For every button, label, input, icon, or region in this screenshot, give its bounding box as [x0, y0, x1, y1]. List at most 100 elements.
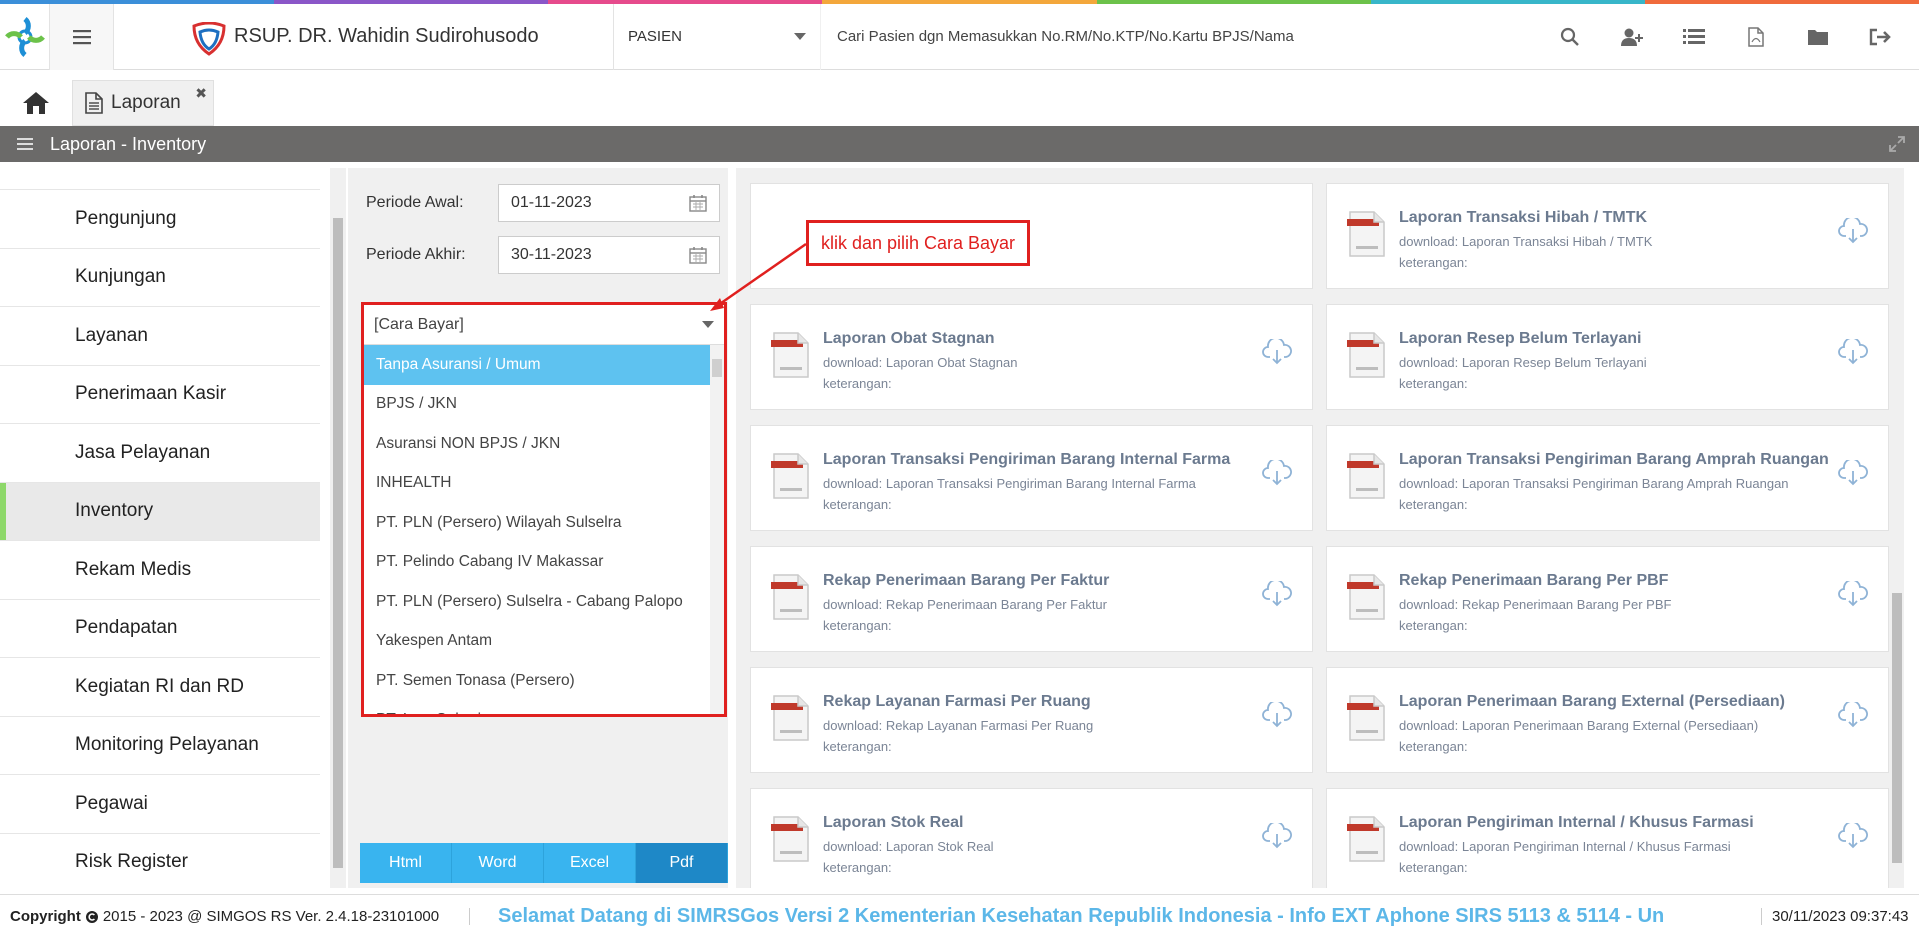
panel-menu-button[interactable]: [0, 137, 50, 151]
periode-akhir-field[interactable]: 30-11-2023: [498, 236, 720, 274]
hospital-logo-icon: [192, 21, 226, 56]
chevron-down-icon: [702, 321, 714, 328]
report-card[interactable]: Rekap Penerimaan Barang Per Faktur downlo…: [750, 546, 1313, 652]
cara-bayar-option[interactable]: Tanpa Asuransi / Umum: [364, 345, 710, 385]
report-title[interactable]: Laporan Transaksi Pengiriman Barang Inte…: [823, 451, 1230, 469]
report-card[interactable]: Laporan Transaksi Hibah / TMTK download: …: [1326, 183, 1889, 289]
sidebar-item-layanan[interactable]: Layanan: [0, 306, 320, 365]
home-icon: [23, 92, 49, 114]
sidebar-item-pendapatan[interactable]: Pendapatan: [0, 598, 320, 658]
sidebar-item-pegawai[interactable]: Pegawai: [0, 774, 320, 833]
chevron-down-icon: [794, 33, 806, 40]
cara-bayar-option[interactable]: PT. Semen Tonasa (Persero): [364, 661, 710, 701]
download-button[interactable]: [1262, 579, 1292, 612]
cara-bayar-option[interactable]: PT. Pelindo Cabang IV Makassar: [364, 543, 710, 583]
sidebar-item-rekam-medis[interactable]: Rekam Medis: [0, 540, 320, 599]
expand-button[interactable]: [1889, 136, 1905, 157]
report-title[interactable]: Laporan Penerimaan Barang External (Pers…: [1399, 693, 1785, 711]
sidebar-item-monitoring-pelayanan[interactable]: Monitoring Pelayanan: [0, 715, 320, 775]
report-file-icon: [771, 695, 809, 741]
report-title[interactable]: Laporan Pengiriman Internal / Khusus Far…: [1399, 814, 1754, 832]
home-button[interactable]: [0, 80, 72, 126]
report-card[interactable]: Laporan Transaksi Pengiriman Barang Ampr…: [1326, 425, 1889, 531]
calendar-icon[interactable]: [689, 194, 707, 212]
patient-search-input[interactable]: Cari Pasien dgn Memasukkan No.RM/No.KTP/…: [821, 4, 1539, 70]
report-card[interactable]: Laporan Obat Stagnan download: Laporan Ob…: [750, 304, 1313, 410]
export-excel-button[interactable]: Excel: [544, 843, 636, 883]
report-keterangan: keterangan:: [1399, 860, 1468, 875]
options-scrollbar[interactable]: [710, 345, 724, 714]
search-button[interactable]: [1539, 4, 1601, 70]
filter-scrollbar[interactable]: [330, 168, 346, 888]
simgos-logo[interactable]: [0, 3, 50, 70]
panel-title: Laporan - Inventory: [50, 133, 207, 154]
report-keterangan: keterangan:: [823, 618, 892, 633]
report-list-scrollbar[interactable]: [1890, 168, 1904, 888]
list-button[interactable]: [1663, 4, 1725, 70]
download-button[interactable]: [1262, 337, 1292, 370]
cara-bayar-option[interactable]: PT. PLN (Persero) Sulselra - Cabang Palo…: [364, 582, 710, 622]
report-card[interactable]: Laporan Transaksi Pengiriman Barang Inte…: [750, 425, 1313, 531]
periode-awal-field[interactable]: 01-11-2023: [498, 184, 720, 222]
report-title[interactable]: Rekap Penerimaan Barang Per PBF: [1399, 572, 1668, 590]
download-button[interactable]: [1838, 579, 1868, 612]
report-title[interactable]: Rekap Layanan Farmasi Per Ruang: [823, 693, 1091, 711]
download-button[interactable]: [1838, 821, 1868, 854]
report-title[interactable]: Laporan Obat Stagnan: [823, 330, 995, 348]
sidebar-item-label: Penerimaan Kasir: [75, 383, 227, 405]
report-title[interactable]: Laporan Stok Real: [823, 814, 963, 832]
patient-type-select[interactable]: PASIEN: [614, 3, 821, 70]
sidebar-item-inventory[interactable]: Inventory: [0, 481, 320, 540]
sidebar-item-risk-register[interactable]: Risk Register: [0, 832, 320, 889]
sidebar-item-label: Pengunjung: [75, 207, 177, 229]
close-icon[interactable]: ✖: [195, 85, 207, 102]
report-title[interactable]: Laporan Transaksi Pengiriman Barang Ampr…: [1399, 451, 1829, 469]
download-button[interactable]: [1262, 458, 1292, 491]
report-card[interactable]: Rekap Penerimaan Barang Per PBF download:…: [1326, 546, 1889, 652]
report-download-text: download: Laporan Pengiriman Internal / …: [1399, 839, 1731, 854]
download-button[interactable]: [1262, 700, 1292, 733]
report-keterangan: keterangan:: [1399, 618, 1468, 633]
cara-bayar-option[interactable]: Yakespen Antam: [364, 622, 710, 662]
pdf-button[interactable]: [1725, 4, 1787, 70]
sidebar-item-penerimaan-kasir[interactable]: Penerimaan Kasir: [0, 364, 320, 424]
report-title[interactable]: Rekap Penerimaan Barang Per Faktur: [823, 572, 1109, 590]
cloud-download-icon: [1262, 458, 1292, 486]
download-button[interactable]: [1838, 458, 1868, 491]
cara-bayar-option[interactable]: PT. PLN (Persero) Wilayah Sulselra: [364, 503, 710, 543]
cara-bayar-option[interactable]: Asuransi NON BPJS / JKN: [364, 424, 710, 464]
export-pdf-button[interactable]: Pdf: [636, 843, 728, 883]
report-card[interactable]: Laporan Stok Real download: Laporan Stok …: [750, 788, 1313, 888]
logout-button[interactable]: [1849, 4, 1911, 70]
download-button[interactable]: [1838, 216, 1868, 249]
sidebar-item-kunjungan[interactable]: Kunjungan: [0, 247, 320, 307]
report-keterangan: keterangan:: [1399, 739, 1468, 754]
simgos-logo-icon: [4, 16, 45, 57]
download-button[interactable]: [1838, 337, 1868, 370]
sidebar-item-pengunjung[interactable]: Pengunjung: [0, 189, 320, 248]
folder-button[interactable]: [1787, 4, 1849, 70]
export-html-button[interactable]: Html: [360, 843, 452, 883]
report-download-text: download: Laporan Transaksi Hibah / TMTK: [1399, 234, 1653, 249]
sidebar-item-kegiatan-ri-rd[interactable]: Kegiatan RI dan RD: [0, 657, 320, 716]
report-card[interactable]: Rekap Layanan Farmasi Per Ruang download:…: [750, 667, 1313, 773]
cloud-download-icon: [1838, 337, 1868, 365]
cara-bayar-select[interactable]: [Cara Bayar]: [364, 305, 724, 345]
report-card[interactable]: Laporan Pengiriman Internal / Khusus Far…: [1326, 788, 1889, 888]
add-user-button[interactable]: [1601, 4, 1663, 70]
cara-bayar-option[interactable]: INHEALTH: [364, 464, 710, 504]
calendar-icon[interactable]: [689, 246, 707, 264]
tab-laporan[interactable]: Laporan ✖: [72, 80, 214, 126]
download-button[interactable]: [1838, 700, 1868, 733]
download-button[interactable]: [1262, 821, 1292, 854]
cloud-download-icon: [1838, 579, 1868, 607]
report-title[interactable]: Laporan Transaksi Hibah / TMTK: [1399, 209, 1647, 227]
report-card[interactable]: Laporan Resep Belum Terlayani download: L…: [1326, 304, 1889, 410]
cara-bayar-option[interactable]: PT. Inco Sahari: [364, 701, 710, 714]
main-menu-button[interactable]: [50, 3, 114, 70]
cara-bayar-option[interactable]: BPJS / JKN: [364, 385, 710, 425]
sidebar-item-jasa-pelayanan[interactable]: Jasa Pelayanan: [0, 423, 320, 482]
export-word-button[interactable]: Word: [452, 843, 544, 883]
report-title[interactable]: Laporan Resep Belum Terlayani: [1399, 330, 1641, 348]
report-card[interactable]: Laporan Penerimaan Barang External (Pers…: [1326, 667, 1889, 773]
